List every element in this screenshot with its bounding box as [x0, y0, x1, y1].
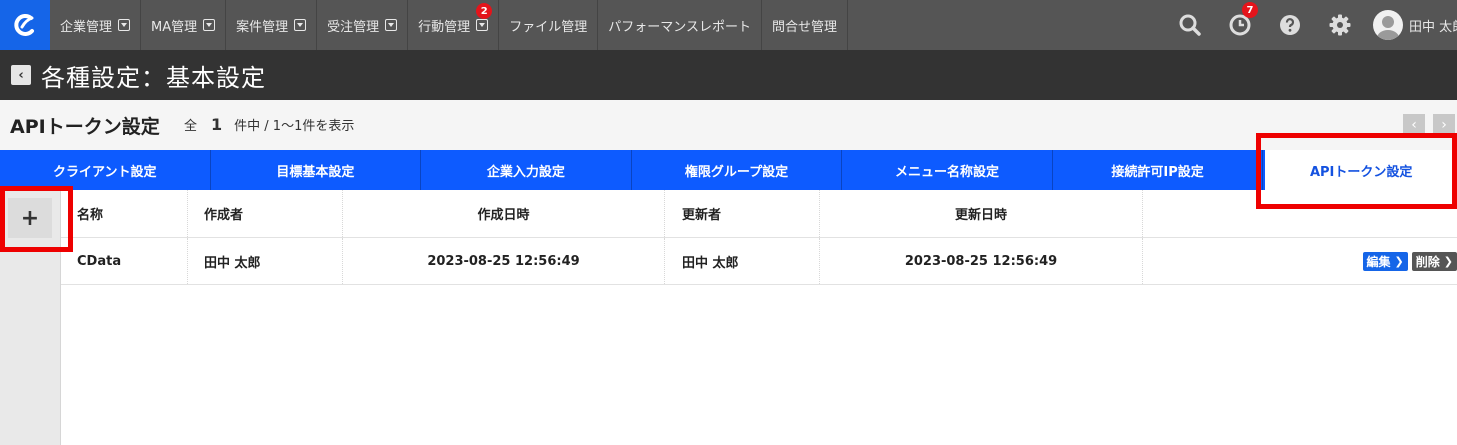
column-header-created-at[interactable]: 作成日時 [343, 190, 665, 237]
page-title: 各種設定：基本設定 [41, 63, 266, 92]
cell-actions: 編集 ❯ 削除 ❯ [1143, 238, 1457, 284]
tab-api-token-settings[interactable]: APIトークン設定 [1263, 150, 1457, 190]
dropdown-icon [203, 19, 216, 31]
chevron-right-icon: › [1441, 117, 1447, 133]
cell-created-at: 2023-08-25 12:56:49 [343, 238, 665, 284]
add-button[interactable]: + [8, 198, 52, 238]
cell-updater: 田中 太郎 [665, 238, 820, 284]
chevron-left-icon: ‹ [1411, 117, 1417, 133]
help-icon [1280, 15, 1300, 35]
nav-item-label: 問合せ管理 [771, 19, 837, 35]
back-button[interactable]: ‹ [11, 65, 31, 85]
column-header-actions [1143, 190, 1457, 237]
column-header-updater[interactable]: 更新者 [665, 190, 820, 237]
cell-creator: 田中 太郎 [188, 238, 343, 284]
nav-item-label: 企業管理 [60, 19, 113, 35]
table-row: CData 田中 太郎 2023-08-25 12:56:49 田中 太郎 20… [61, 238, 1457, 285]
dropdown-icon [294, 19, 307, 31]
nav-item-activities[interactable]: 行動管理 2 [408, 0, 500, 50]
edit-button-label: 編集 [1366, 254, 1391, 269]
notification-badge: 7 [1242, 2, 1258, 18]
nav-item-label: 受注管理 [327, 19, 380, 35]
tab-allowed-ip-settings[interactable]: 接続許可IP設定 [1053, 150, 1264, 190]
prev-page-button[interactable]: ‹ [1403, 114, 1425, 136]
dropdown-icon [385, 19, 398, 31]
help-button[interactable] [1265, 0, 1315, 50]
edit-button[interactable]: 編集 ❯ [1362, 251, 1408, 271]
section-title: APIトークン設定 [10, 116, 160, 138]
count-number: 1 [211, 115, 223, 134]
history-button[interactable]: 7 [1215, 0, 1265, 50]
delete-button[interactable]: 削除 ❯ [1411, 251, 1457, 271]
nav-item-label: パフォーマンスレポート [608, 19, 751, 35]
section-header: APIトークン設定 全 1 件中 / 1～1件を表示 ‹ › [0, 100, 1457, 150]
page-title-bar: ‹ 各種設定：基本設定 [0, 50, 1457, 100]
column-header-name[interactable]: 名称 [61, 190, 188, 237]
tab-goal-settings[interactable]: 目標基本設定 [211, 150, 422, 190]
column-header-creator[interactable]: 作成者 [188, 190, 343, 237]
app-logo-icon[interactable] [0, 0, 50, 50]
cell-name: CData [61, 238, 188, 284]
cell-updated-at: 2023-08-25 12:56:49 [820, 238, 1143, 284]
chevron-right-icon: ❯ [1443, 254, 1453, 268]
nav-item-label: 案件管理 [236, 19, 289, 35]
settings-tabs: クライアント設定 目標基本設定 企業入力設定 権限グループ設定 メニュー名称設定… [0, 150, 1457, 190]
search-button[interactable] [1165, 0, 1215, 50]
gear-icon [1329, 14, 1351, 36]
avatar [1373, 10, 1403, 40]
notification-badge: 2 [476, 3, 493, 19]
nav-item-company[interactable]: 企業管理 [50, 0, 142, 50]
user-name: 田中 太郎 [1409, 19, 1457, 35]
nav-item-label: 行動管理 [418, 19, 471, 35]
tab-menu-name-settings[interactable]: メニュー名称設定 [842, 150, 1053, 190]
table-header-row: 名称 作成者 作成日時 更新者 更新日時 [61, 190, 1457, 238]
user-menu[interactable]: 田中 太郎 [1365, 0, 1457, 50]
nav-item-ma[interactable]: MA管理 [141, 0, 227, 50]
column-header-updated-at[interactable]: 更新日時 [820, 190, 1143, 237]
tab-company-input-settings[interactable]: 企業入力設定 [421, 150, 632, 190]
count-prefix: 全 [184, 119, 198, 134]
main-menu: 企業管理 MA管理 案件管理 受注管理 行動管理 2 ファイル管理 パフォーマン… [50, 0, 848, 50]
nav-item-deals[interactable]: 案件管理 [226, 0, 318, 50]
settings-button[interactable] [1315, 0, 1365, 50]
tab-client-settings[interactable]: クライアント設定 [0, 150, 211, 190]
dropdown-icon [118, 19, 131, 31]
nav-item-inquiries[interactable]: 問合せ管理 [762, 0, 848, 50]
nav-item-label: ファイル管理 [509, 19, 588, 35]
record-count: 全 1 件中 / 1～1件を表示 [184, 115, 354, 134]
tab-permission-group-settings[interactable]: 権限グループ設定 [632, 150, 843, 190]
nav-item-label: MA管理 [151, 19, 198, 35]
nav-item-files[interactable]: ファイル管理 [499, 0, 599, 50]
delete-button-label: 削除 [1415, 254, 1440, 269]
api-token-table: 名称 作成者 作成日時 更新者 更新日時 CData 田中 太郎 2023-08… [61, 190, 1457, 285]
next-page-button[interactable]: › [1433, 114, 1455, 136]
top-navigation-bar: 企業管理 MA管理 案件管理 受注管理 行動管理 2 ファイル管理 パフォーマン… [0, 0, 1457, 50]
count-range: 件中 / 1～1件を表示 [234, 119, 355, 134]
search-icon [1179, 14, 1201, 36]
action-rail: + [0, 190, 61, 445]
header-tools: 7 田中 太 [1165, 0, 1457, 50]
chevron-right-icon: ❯ [1394, 254, 1404, 268]
nav-item-orders[interactable]: 受注管理 [317, 0, 409, 50]
dropdown-icon [476, 19, 489, 31]
nav-item-performance-report[interactable]: パフォーマンスレポート [598, 0, 762, 50]
